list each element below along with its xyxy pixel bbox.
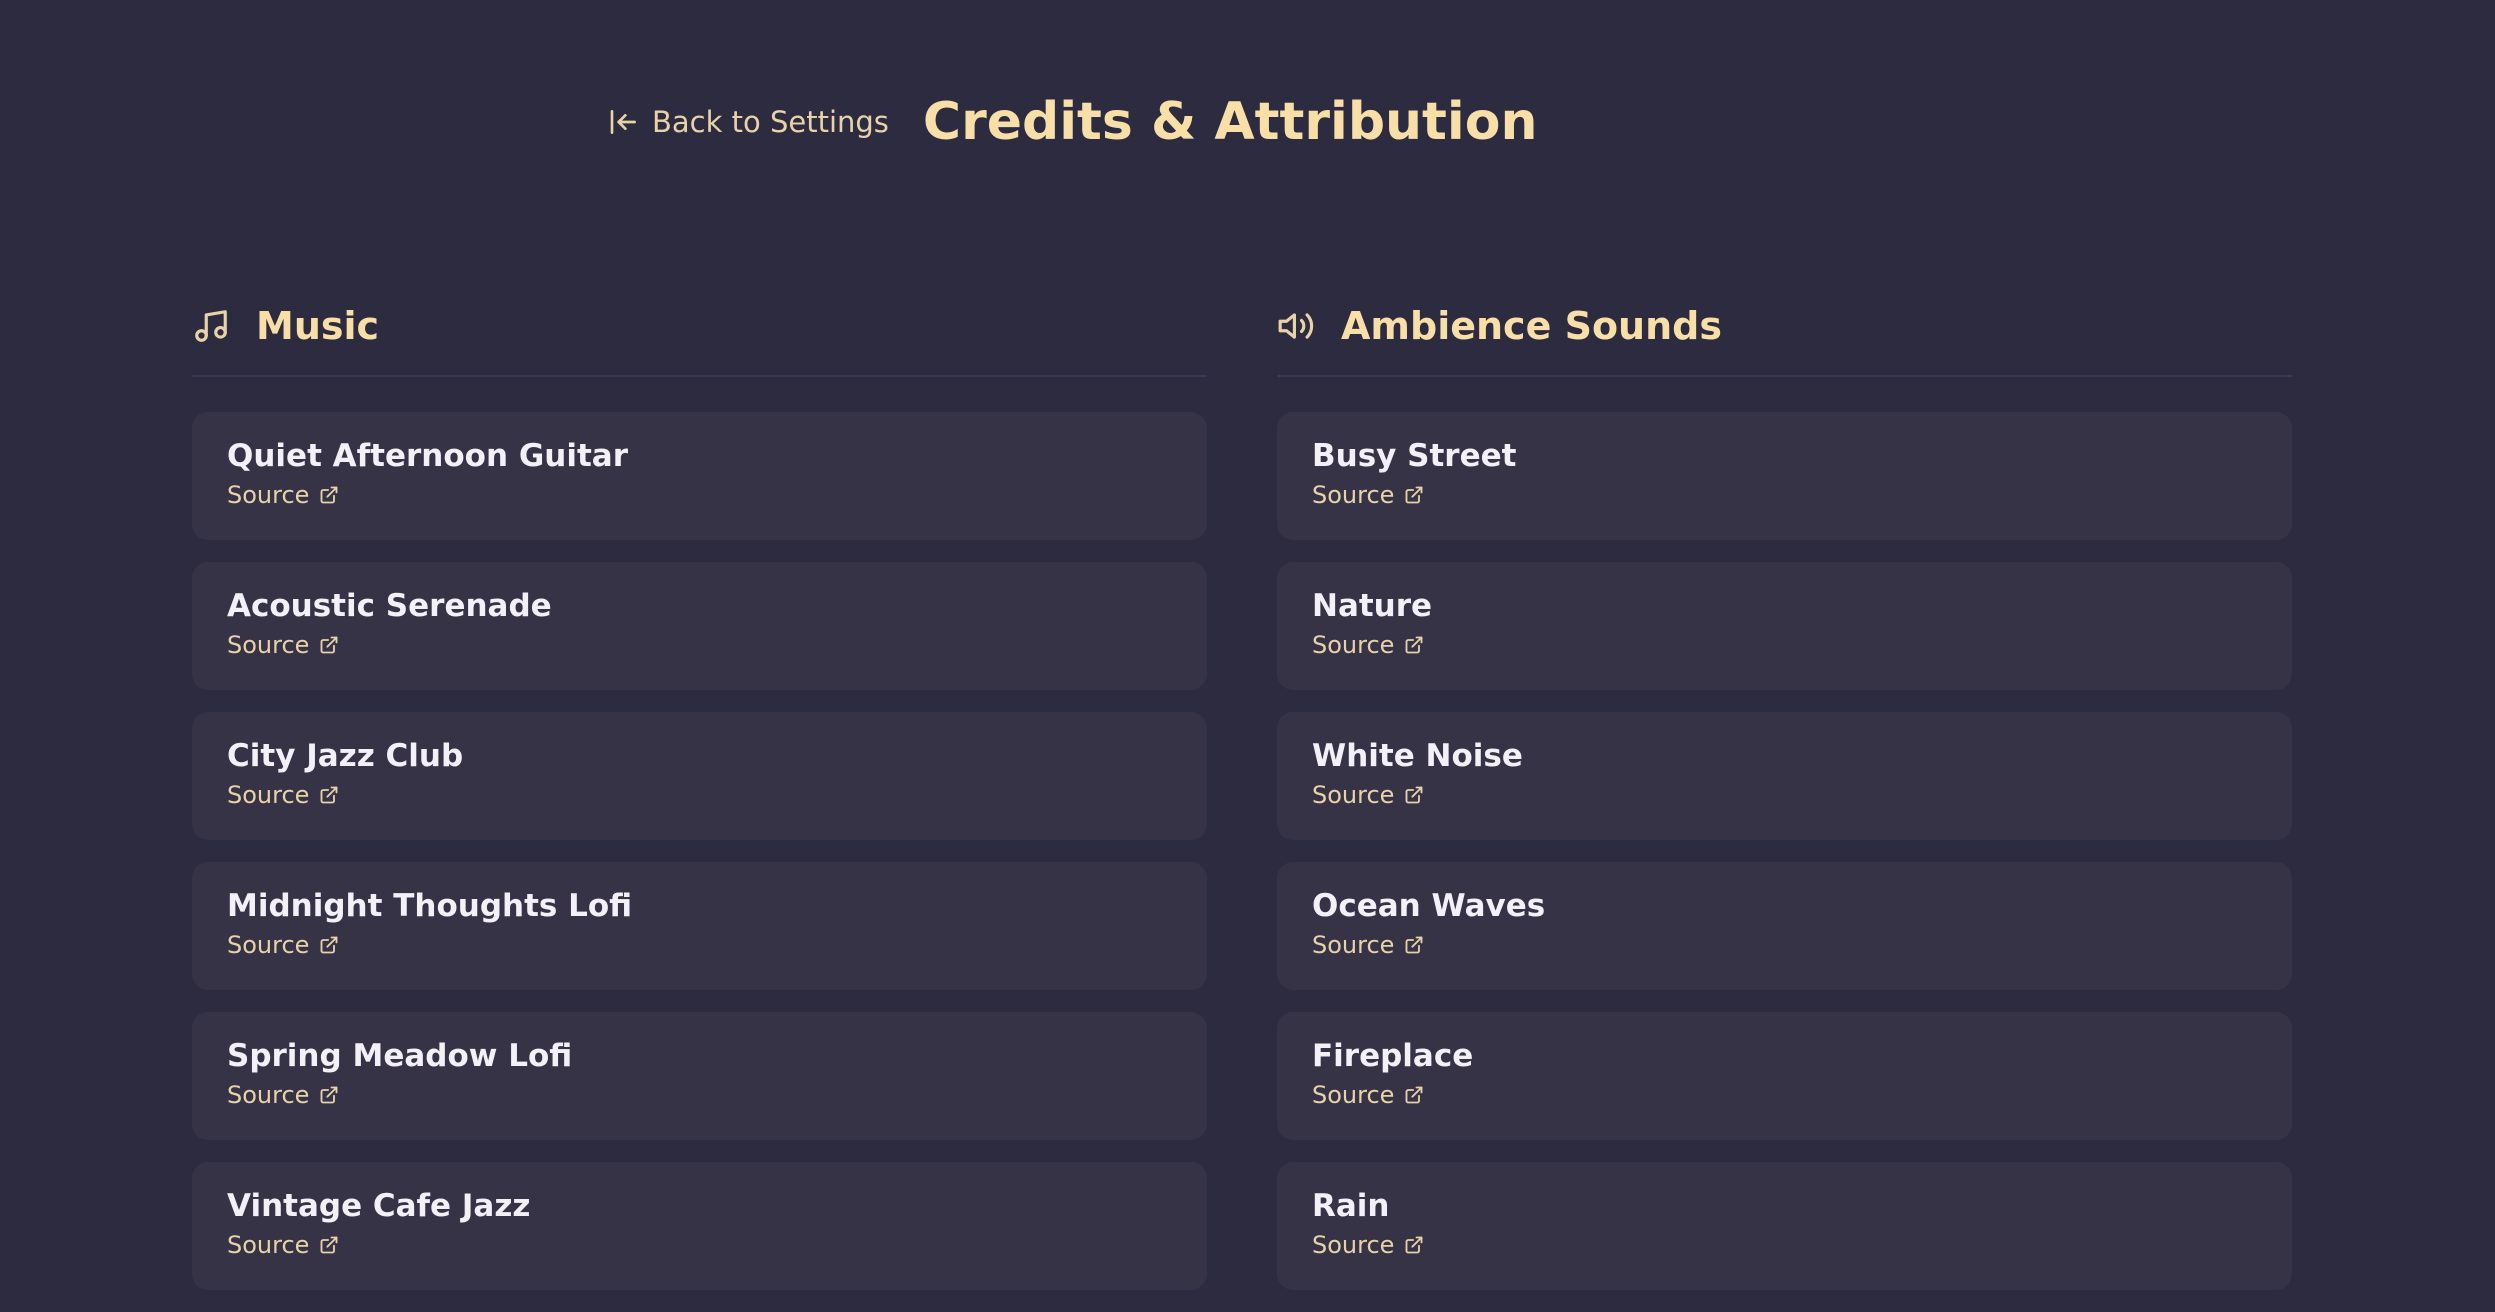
credit-title: City Jazz Club <box>227 738 464 774</box>
credit-title: White Noise <box>1312 738 1523 774</box>
credit-title: Midnight Thoughts Lofi <box>227 888 633 924</box>
source-link-label: Source <box>1312 931 1395 960</box>
credit-card: Midnight Thoughts Lofi Source <box>192 862 1207 990</box>
credit-card: Ocean Waves Source <box>1277 862 2292 990</box>
source-link-label: Source <box>227 631 310 660</box>
credit-card: City Jazz Club Source <box>192 712 1207 840</box>
external-link-icon <box>321 486 338 504</box>
ambience-section-title: Ambience Sounds <box>1341 304 1722 348</box>
external-link-icon <box>321 1086 338 1104</box>
external-link-icon <box>1406 936 1423 954</box>
credit-title: Spring Meadow Lofi <box>227 1038 573 1074</box>
credit-title: Vintage Cafe Jazz <box>227 1188 531 1224</box>
external-link-icon <box>1406 486 1423 504</box>
credit-card: Busy Street Source <box>1277 412 2292 540</box>
source-link-label: Source <box>1312 1081 1395 1110</box>
source-link[interactable]: Source <box>227 931 339 959</box>
source-link-label: Source <box>1312 631 1395 660</box>
credit-card: Spring Meadow Lofi Source <box>192 1012 1207 1140</box>
credit-title: Ocean Waves <box>1312 888 1546 924</box>
external-link-icon <box>1406 636 1423 654</box>
credit-card: White Noise Source <box>1277 712 2292 840</box>
source-link[interactable]: Source <box>227 481 339 509</box>
music-section-header: Music <box>192 300 1207 377</box>
external-link-icon <box>1406 786 1423 804</box>
source-link-label: Source <box>1312 1231 1395 1260</box>
credit-title: Fireplace <box>1312 1038 1474 1074</box>
external-link-icon <box>321 786 338 804</box>
source-link-label: Source <box>1312 481 1395 510</box>
ambience-section-header: Ambience Sounds <box>1277 300 2292 377</box>
source-link-label: Source <box>227 481 310 510</box>
credit-card: Nature Source <box>1277 562 2292 690</box>
music-section: Music Quiet Afternoon Guitar Source Acoust… <box>192 300 1207 1312</box>
speaker-icon <box>1278 313 1314 339</box>
ambience-section: Ambience Sounds Busy Street Source Nature S… <box>1277 300 2292 1312</box>
source-link-label: Source <box>227 931 310 960</box>
music-note-icon <box>195 310 227 342</box>
source-link-label: Source <box>1312 781 1395 810</box>
source-link[interactable]: Source <box>1312 1081 1424 1109</box>
music-section-title: Music <box>256 304 380 348</box>
source-link-label: Source <box>227 1231 310 1260</box>
source-link[interactable]: Source <box>1312 1231 1424 1259</box>
external-link-icon <box>1406 1086 1423 1104</box>
source-link[interactable]: Source <box>227 1231 339 1259</box>
source-link[interactable]: Source <box>227 631 339 659</box>
external-link-icon <box>321 636 338 654</box>
music-list: Quiet Afternoon Guitar Source Acoustic Ser… <box>192 412 1207 1290</box>
source-link-label: Source <box>227 781 310 810</box>
credit-title: Busy Street <box>1312 438 1517 474</box>
back-link-label: Back to Settings <box>652 105 889 139</box>
credit-title: Nature <box>1312 588 1433 624</box>
credit-card: Quiet Afternoon Guitar Source <box>192 412 1207 540</box>
external-link-icon <box>1406 1236 1423 1254</box>
external-link-icon <box>321 1236 338 1254</box>
source-link[interactable]: Source <box>1312 631 1424 659</box>
source-link[interactable]: Source <box>227 781 339 809</box>
source-link[interactable]: Source <box>227 1081 339 1109</box>
ambience-list: Busy Street Source Nature Source White Noise… <box>1277 412 2292 1290</box>
credit-title: Quiet Afternoon Guitar <box>227 438 628 474</box>
source-link-label: Source <box>227 1081 310 1110</box>
credit-title: Rain <box>1312 1188 1390 1224</box>
source-link[interactable]: Source <box>1312 931 1424 959</box>
source-link[interactable]: Source <box>1312 781 1424 809</box>
back-arrow-icon <box>610 110 636 134</box>
back-to-settings-link[interactable]: Back to Settings <box>608 105 889 139</box>
credit-card: Rain Source <box>1277 1162 2292 1290</box>
external-link-icon <box>321 936 338 954</box>
page-title: Credits & Attribution <box>922 92 1538 152</box>
credit-card: Fireplace Source <box>1277 1012 2292 1140</box>
source-link[interactable]: Source <box>1312 481 1424 509</box>
page-header: Back to Settings Credits & Attribution <box>608 96 1538 148</box>
credit-card: Acoustic Serenade Source <box>192 562 1207 690</box>
credit-card: Vintage Cafe Jazz Source <box>192 1162 1207 1290</box>
credit-title: Acoustic Serenade <box>227 588 552 624</box>
